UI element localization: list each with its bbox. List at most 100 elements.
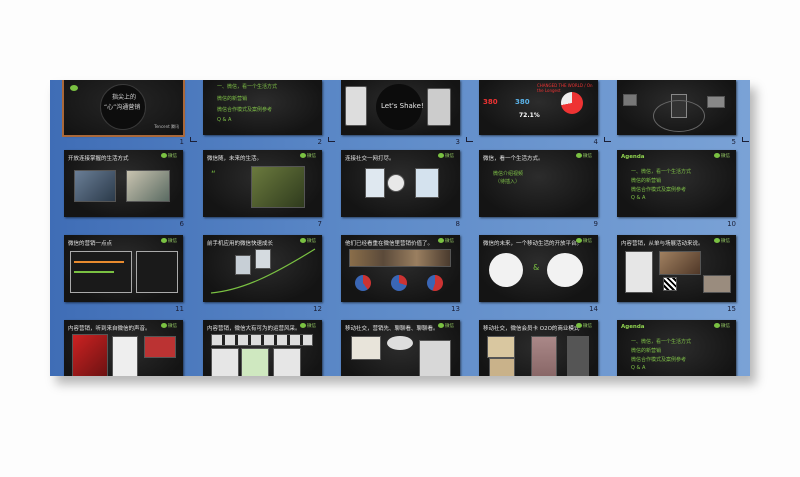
slide-7-quote-mark: “ [211,170,216,180]
wechat-logo-icon: 微信 [438,323,456,329]
slide-5-image-right [707,96,725,108]
slide-3-phone-right [427,88,451,126]
slide-7-logo-label: 微信 [307,154,316,159]
slide-10-title: Agenda [621,154,645,160]
slide-4-figure-2: 380 [515,98,530,106]
slide-number-8: 8 [455,220,460,228]
slide-9-logo-label: 微信 [583,154,592,159]
slide-16-logo-label: 微信 [168,324,177,329]
slide-number-11: 11 [175,305,184,313]
slide-4-figure-3: 72.1% [519,112,540,119]
slide-8-screen-2 [387,174,405,192]
wechat-logo-icon: 微信 [714,323,732,329]
slide-thumbnail-19[interactable]: 移动社交，微信会员卡 O2O的商业模式 微信 [479,320,598,376]
slide-16-thumb [144,336,176,358]
slide-2-item-1: 一、微信，看一个生活方式 [217,84,278,90]
slide-10-item-4: Q & A [631,195,646,201]
slide-13-pie-2 [391,275,407,291]
slide-thumbnail-2[interactable]: 一、微信，看一个生活方式 微信的新营销 微信合作模式及案例参考 Q & A [203,80,322,135]
wechat-logo-icon: 微信 [300,323,318,329]
slide-13-title: 他们已经看重在微信里营销价值了。 [345,241,434,247]
slide-thumbnail-4[interactable]: CHANGED THE WORLD / On the Longest 380 3… [479,80,598,135]
slide-16-title: 内容营销，听到来自微信的声音。 [68,326,151,332]
slide-thumbnail-8[interactable]: 连接社交一网打尽。 微信 [341,150,460,217]
slide-20-item-4: Q & A [631,365,646,371]
slide-number-6: 6 [179,220,184,228]
slide-11-bar-green [74,271,114,273]
slide-20-title: Agenda [621,324,645,330]
wechat-logo-icon: 微信 [576,323,594,329]
slide-13-pie-3 [427,275,443,291]
slide-10-logo-label: 微信 [721,154,730,159]
slide-thumbnail-7[interactable]: 微信随，未来的生活。 微信 “ [203,150,322,217]
slide-number-5: 5 [731,138,736,146]
slide-11-diagram [136,251,178,293]
slide-1-brand: Tencent 腾讯 [154,124,179,129]
slide-18-card-2 [419,340,451,376]
slide-19-title: 移动社交，微信会员卡 O2O的商业模式 [483,326,580,332]
slide-thumbnail-17[interactable]: 内容营销，微信大有可为的运营风采。 微信 [203,320,322,376]
slide-thumbnail-14[interactable]: 微信的未来，一个移动生活的开放平台。 微信 & [479,235,598,302]
slide-thumbnail-3[interactable]: Let's Shake! [341,80,460,135]
slide-7-circuit-image [251,166,305,208]
slide-thumbnail-5[interactable] [617,80,736,135]
slide-19-card-2 [489,358,515,376]
slide-thumbnail-9[interactable]: 微信，看一个生活方式。 微信 微信介绍视频 （待插入） [479,150,598,217]
slide-6-logo-label: 微信 [168,154,177,159]
slide-3-phone [345,86,367,126]
slide-number-12: 12 [313,305,322,313]
slide-number-14: 14 [589,305,598,313]
slide-17-screen-3 [273,348,301,376]
slide-14-logo-label: 微信 [583,239,592,244]
slide-thumbnail-11[interactable]: 微信的营销一点点 微信 [64,235,183,302]
slide-thumbnail-18[interactable]: 移动社交，营销先、聊聊看、聊聊看。 微信 [341,320,460,376]
slide-thumbnail-16[interactable]: 内容营销，听到来自微信的声音。 微信 [64,320,183,376]
slide-thumbnail-20[interactable]: Agenda 微信 一、微信，看一个生活方式 微信的新营销 微信合作模式及案例参… [617,320,736,376]
wechat-logo-icon: 微信 [161,153,179,159]
slide-thumbnail-10[interactable]: Agenda 微信 一、微信，看一个生活方式 微信的新营销 微信合作模式及案例参… [617,150,736,217]
wechat-logo-icon: 微信 [714,238,732,244]
slide-2-item-4: Q & A [217,117,232,123]
slide-1-title: 指尖上的 [112,94,137,101]
slide-1-subtitle: “心”沟通营销 [104,104,141,111]
slide-10-item-1: 一、微信，看一个生活方式 [631,169,692,175]
slide-19-logo-label: 微信 [583,324,592,329]
slide-15-phone [625,251,653,293]
slide-2-item-2: 微信的新营销 [217,96,248,102]
slide-number-9: 9 [593,220,598,228]
slide-9-line-1: 微信介绍视频 [493,171,524,177]
slide-8-screen-3 [415,168,439,198]
slide-thumbnail-12[interactable]: 前手机应用的微信快速成长 微信 [203,235,322,302]
slide-19-phone [567,336,589,376]
slide-12-screenshot-2 [255,249,271,269]
slide-number-15: 15 [727,305,736,313]
slide-11-title: 微信的营销一点点 [68,241,113,247]
wechat-logo-icon: 微信 [576,238,594,244]
slide-thumbnail-1[interactable]: 指尖上的 “心”沟通营销 Tencent 腾讯 [62,80,185,137]
slide-19-card-1 [487,336,515,358]
transition-marker-icon [328,137,335,142]
slide-8-screen-1 [365,168,385,198]
slide-12-screenshot-1 [235,255,251,275]
wechat-logo-icon [70,85,78,91]
slide-20-logo-label: 微信 [721,324,730,329]
slide-4-heading: CHANGED THE WORLD / On the Longest [537,83,593,93]
slide-8-logo-label: 微信 [445,154,454,159]
slide-thumbnail-15[interactable]: 内容营销，从单与场展活动来说。 微信 [617,235,736,302]
slide-9-title: 微信，看一个生活方式。 [483,156,544,162]
slide-18-card-1 [351,336,381,360]
slide-20-item-2: 微信的新营销 [631,348,662,354]
slide-11-bar-orange [74,261,124,263]
wechat-logo-icon: 微信 [161,238,179,244]
slide-6-title: 开放连接掌握的生活方式 [68,156,129,162]
wechat-logo-icon: 微信 [438,153,456,159]
transition-marker-icon [604,137,611,142]
slide-9-line-2: （待插入） [495,179,521,185]
slide-thumbnail-13[interactable]: 他们已经看重在微信里营销价值了。 微信 [341,235,460,302]
slide-13-logo-label: 微信 [445,239,454,244]
slide-6-photo-left [74,170,116,202]
slide-20-item-3: 微信合作模式及案例参考 [631,357,687,363]
slide-4-pie-chart [561,92,583,114]
slide-16-screen [112,336,138,376]
slide-thumbnail-6[interactable]: 开放连接掌握的生活方式 微信 [64,150,183,217]
